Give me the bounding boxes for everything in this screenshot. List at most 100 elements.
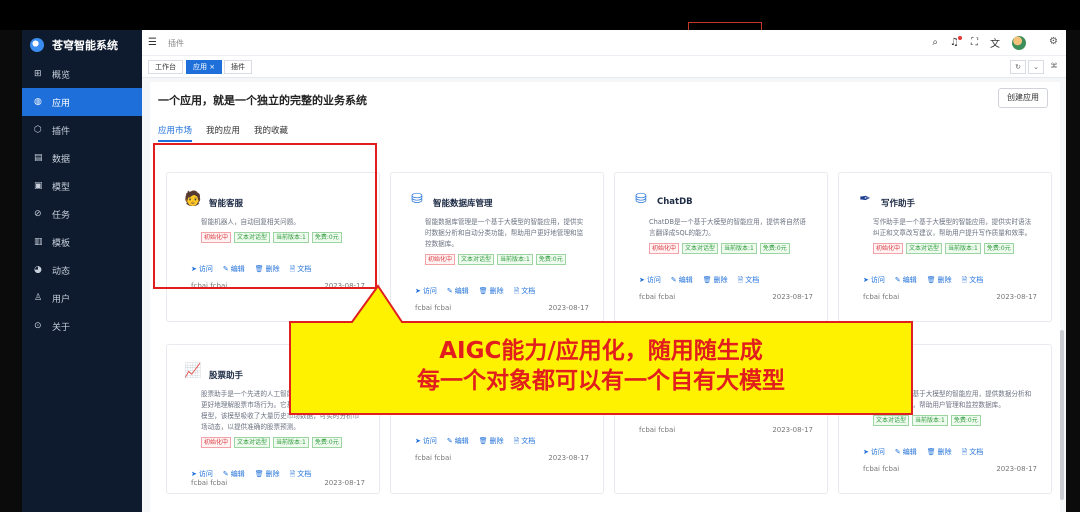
delete-button[interactable]: 🗑 删除 [927,447,952,459]
document-icon: 🗎 [513,437,520,445]
visit-button[interactable]: ➤ 访问 [863,275,885,287]
status-badge: 文本对话型 [873,415,910,426]
fullscreen-icon[interactable]: ⛶ [971,37,978,48]
edit-button[interactable]: ✎ 编辑 [447,286,469,298]
status-badge: 当前版本:1 [273,232,309,243]
action-label: 访问 [870,448,885,456]
card-owner: fcbai fcbai [415,304,452,312]
tab-close-icon[interactable]: × [209,63,215,71]
action-label: 编辑 [454,437,469,445]
tab-plugins[interactable]: 插件 [224,60,252,74]
action-label: 删除 [937,448,952,456]
docs-button[interactable]: 🗎 文档 [962,447,984,459]
sidebar-item-9[interactable]: ⊙ 关于 [22,312,142,340]
edit-button[interactable]: ✎ 编辑 [447,436,469,448]
delete-button[interactable]: 🗑 删除 [927,275,952,287]
sidebar-item-6[interactable]: ▥ 模板 [22,228,142,256]
menu-toggle-icon[interactable]: ☰ [148,37,157,48]
card-title[interactable]: 智能数据库管理 [433,197,493,209]
delete-button[interactable]: 🗑 删除 [255,264,280,276]
docs-button[interactable]: 🗎 文档 [514,286,536,298]
action-label: 编辑 [454,287,469,295]
docs-button[interactable]: 🗎 文档 [962,275,984,287]
delete-button[interactable]: 🗑 删除 [479,436,504,448]
card-description: 写作助手是一个基于大模型的智能应用，提供实时语法纠正和文章改写建议，帮助用户提升… [873,218,1032,237]
scrollbar[interactable] [1060,330,1064,500]
brand[interactable]: 苍穹智能系统 [22,30,142,60]
trash-icon: 🗑 [254,265,264,273]
visit-button[interactable]: ➤ 访问 [191,264,213,276]
app-card[interactable]: ⛁ ChatDB ChatDB是一个基于大模型的智能应用，提供将自然语言翻译成SQL… [614,172,828,322]
subtab-favorites[interactable]: 我的收藏 [254,124,288,142]
tab-apps[interactable]: 应用 × [186,60,223,74]
app-card[interactable]: 🧑 智能客服 智能机器人，自动回复相关问题。 初始化中 文本对话型 当前版本:1 免费:0元… [166,172,380,322]
sidebar-item-4[interactable]: ▣ 模型 [22,172,142,200]
action-label: 编辑 [230,470,245,478]
card-title[interactable]: ChatDB [657,197,693,207]
card-owner: fcbai fcbai [191,282,228,290]
action-label: 编辑 [902,448,917,456]
top-black-bar [0,0,1080,30]
sidebar-item-1[interactable]: ◍ 应用 [22,88,142,116]
sidebar-item-8[interactable]: ♙ 用户 [22,284,142,312]
sidebar-item-0[interactable]: ⊞ 概览 [22,60,142,88]
edit-button[interactable]: ✎ 编辑 [223,264,245,276]
delete-button[interactable]: 🗑 删除 [703,275,728,287]
refresh-icon[interactable]: ↻ [1010,60,1026,74]
sidebar-item-label: 数据 [52,154,71,165]
bell-icon[interactable]: ♫ [950,36,962,48]
sidebar: 苍穹智能系统 ⊞ 概览 ◍ 应用 ⬡ 插件 ▤ 数据 ▣ 模型 ⊘ 任务 ▥ 模板 ◕ 动态 ♙ 用户 ⊙ 关于 [22,30,142,512]
send-icon: ➤ [639,276,645,284]
docs-button[interactable]: 🗎 文档 [514,436,536,448]
more-icon[interactable]: ⌘ [1046,60,1062,74]
chevron-down-icon[interactable]: ⌄ [1028,60,1044,74]
send-icon: ➤ [191,470,197,478]
sidebar-item-label: 模型 [52,182,71,193]
visit-button[interactable]: ➤ 访问 [639,275,661,287]
card-tags: 初始化中 文本对话型 当前版本:1 免费:0元 [425,404,595,415]
visit-button[interactable]: ➤ 访问 [415,436,437,448]
visit-button[interactable]: ➤ 访问 [415,286,437,298]
subtab-market[interactable]: 应用市场 [158,124,193,142]
sidebar-item-3[interactable]: ▤ 数据 [22,144,142,172]
tab-workbench[interactable]: 工作台 [148,60,183,74]
docs-button[interactable]: 🗎 文档 [738,275,760,287]
app-card[interactable]: ✒ 写作助手写作助手是一个基于大模型的智能应用，提供实时语法纠正和文章改写建议，帮… [838,172,1052,322]
sidebar-item-2[interactable]: ⬡ 插件 [22,116,142,144]
avatar[interactable] [1012,35,1026,50]
card-tags: 文本对话型 当前版本:1 免费:0元 [873,415,1043,426]
translate-icon[interactable]: 文 [990,35,1000,50]
card-date: 2023-08-17 [772,293,813,301]
settings-icon[interactable]: ⚙ [1049,36,1058,47]
card-title[interactable]: 智能客服 [209,197,243,209]
edit-button[interactable]: ✎ 编辑 [895,275,917,287]
docs-button[interactable]: 🗎 文档 [290,264,312,276]
edit-button[interactable]: ✎ 编辑 [895,447,917,459]
subtab-my-apps[interactable]: 我的应用 [206,124,240,142]
card-meta: fcbai fcbai 2023-08-17 [639,293,813,301]
task-icon: ⊘ [34,209,42,219]
send-icon: ➤ [415,437,421,445]
card-title[interactable]: 写作助手 [881,197,915,209]
action-label: 编辑 [902,276,917,284]
edit-icon: ✎ [894,448,901,456]
edit-icon: ✎ [446,437,453,445]
card-title[interactable]: 股票助手 [209,369,243,381]
status-badge: 初始化中 [873,243,904,254]
create-app-button[interactable]: 创建应用 [998,88,1048,108]
edit-button[interactable]: ✎ 编辑 [671,275,693,287]
edit-icon: ✎ [670,276,677,284]
plugin-icon: ⬡ [34,125,42,135]
app-card[interactable]: ⛁ 智能数据库管理 智能数据库管理是一个基于大模型的智能应用，提供实时数据分析和自动… [390,172,604,322]
sidebar-item-7[interactable]: ◕ 动态 [22,256,142,284]
card-date: 2023-08-17 [324,479,365,487]
card-meta: fcbai fcbai 2023-08-17 [191,479,365,487]
model-icon: ▣ [34,181,43,191]
delete-button[interactable]: 🗑 删除 [479,286,504,298]
pen-icon: ✒ [859,191,871,207]
sidebar-item-5[interactable]: ⊘ 任务 [22,200,142,228]
search-icon[interactable]: ⌕ [932,37,938,48]
action-label: 访问 [198,265,213,273]
visit-button[interactable]: ➤ 访问 [863,447,885,459]
tab-bar: 工作台 应用 × 插件 ↻ ⌄ ⌘ [142,56,1066,78]
